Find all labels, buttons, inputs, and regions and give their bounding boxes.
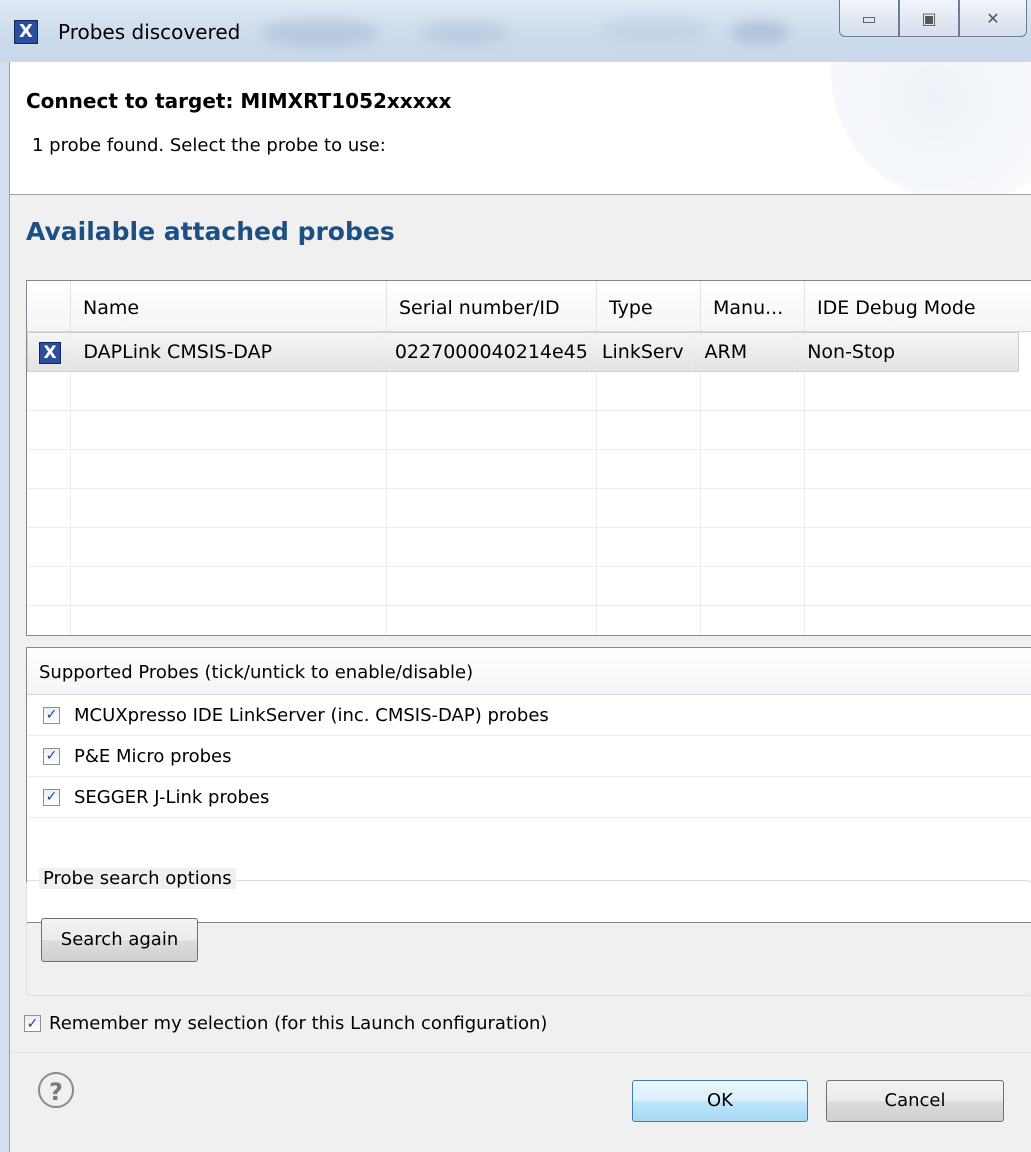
column-header-name[interactable]: Name (71, 281, 387, 331)
probe-icon: X (39, 342, 61, 364)
checkbox-icon[interactable]: ✓ (43, 747, 60, 765)
footer-separator (10, 1052, 1031, 1053)
column-header-icon[interactable] (27, 281, 71, 331)
probe-search-legend: Probe search options (39, 868, 236, 889)
checkbox-icon[interactable]: ✓ (24, 1015, 41, 1032)
close-icon: ✕ (986, 8, 1000, 28)
title-bar: X Probes discovered ▭ ▣ ✕ (0, 0, 1031, 62)
probes-table: Name Serial number/ID Type Manu... IDE D… (26, 280, 1031, 636)
checkbox-icon[interactable]: ✓ (43, 788, 60, 806)
table-header: Name Serial number/ID Type Manu... IDE D… (27, 281, 1031, 332)
probe-serial: 0227000040214e45 (383, 333, 590, 371)
maximize-button[interactable]: ▣ (899, 0, 959, 37)
window-controls: ▭ ▣ ✕ (839, 0, 1027, 38)
remember-selection[interactable]: ✓ Remember my selection (for this Launch… (24, 1013, 547, 1034)
empty-row (27, 567, 1031, 606)
column-header-debug-mode[interactable]: IDE Debug Mode (805, 281, 1031, 331)
ok-button[interactable]: OK (632, 1080, 808, 1122)
dialog-header: Connect to target: MIMXRT1052xxxxx 1 pro… (10, 62, 1031, 195)
probe-found-message: 1 probe found. Select the probe to use: (32, 135, 386, 156)
maximize-icon: ▣ (921, 8, 937, 28)
dialog-content: Connect to target: MIMXRT1052xxxxx 1 pro… (10, 62, 1031, 1152)
supported-probe-label: P&E Micro probes (74, 745, 232, 767)
search-again-button[interactable]: Search again (41, 918, 198, 962)
minimize-icon: ▭ (861, 8, 877, 28)
supported-probe-item-linkserver[interactable]: ✓ MCUXpresso IDE LinkServer (inc. CMSIS-… (27, 695, 1031, 736)
probe-name: DAPLink CMSIS-DAP (71, 333, 383, 371)
help-icon[interactable]: ? (38, 1072, 74, 1108)
column-header-manufacturer[interactable]: Manu... (701, 281, 805, 331)
empty-row (27, 528, 1031, 567)
close-button[interactable]: ✕ (959, 0, 1027, 37)
probe-type: LinkServ (590, 333, 693, 371)
supported-probes-header: Supported Probes (tick/untick to enable/… (27, 648, 1031, 695)
cancel-button[interactable]: Cancel (826, 1080, 1004, 1122)
empty-row (27, 450, 1031, 489)
connect-target-title: Connect to target: MIMXRT1052xxxxx (26, 89, 452, 113)
empty-row (27, 489, 1031, 528)
supported-probe-item-pemicro[interactable]: ✓ P&E Micro probes (27, 736, 1031, 777)
checkbox-icon[interactable]: ✓ (43, 706, 60, 724)
minimize-button[interactable]: ▭ (839, 0, 899, 37)
probe-manufacturer: ARM (693, 333, 796, 371)
empty-row (27, 606, 1031, 635)
window-frame (0, 62, 10, 1152)
empty-row (27, 411, 1031, 450)
available-probes-title: Available attached probes (26, 217, 395, 246)
supported-probe-label: SEGGER J-Link probes (74, 786, 270, 808)
probe-search-options: Probe search options Search again (26, 868, 1031, 996)
window-title: Probes discovered (58, 20, 241, 44)
supported-probe-item-jlink[interactable]: ✓ SEGGER J-Link probes (27, 777, 1031, 818)
empty-row (27, 372, 1031, 411)
supported-probe-label: MCUXpresso IDE LinkServer (inc. CMSIS-DA… (74, 704, 549, 726)
app-icon: X (14, 20, 38, 44)
remember-selection-label: Remember my selection (for this Launch c… (49, 1013, 548, 1034)
column-header-type[interactable]: Type (597, 281, 701, 331)
probe-debug-mode: Non-Stop (807, 341, 896, 363)
table-row[interactable]: X DAPLink CMSIS-DAP 0227000040214e45 Lin… (27, 332, 1019, 372)
column-header-serial[interactable]: Serial number/ID (387, 281, 597, 331)
